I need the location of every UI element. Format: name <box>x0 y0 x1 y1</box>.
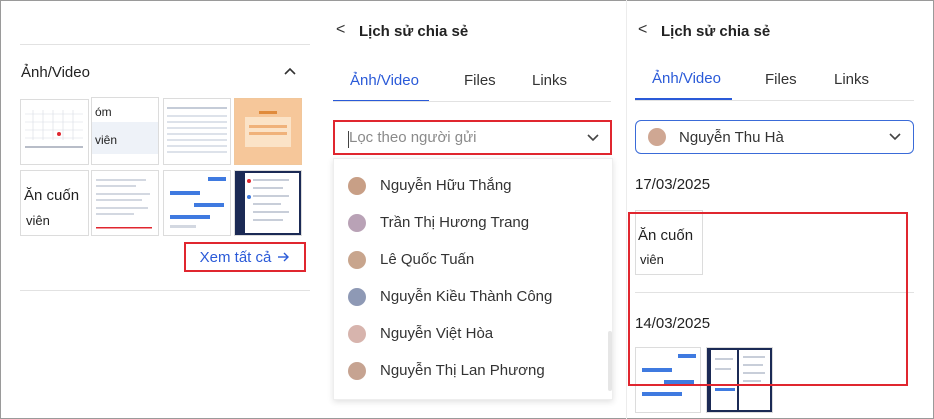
sender-name: Lê Quốc Tuấn <box>380 251 475 268</box>
divider <box>635 100 914 101</box>
avatar <box>648 128 666 146</box>
tab-links[interactable]: Links <box>834 71 869 88</box>
scrollbar[interactable] <box>608 331 612 391</box>
tab-links[interactable]: Links <box>532 72 567 89</box>
avatar <box>348 324 366 343</box>
sender-option[interactable]: Trần Thị Hương Trang <box>334 204 612 241</box>
tab-media[interactable]: Ảnh/Video <box>350 72 419 89</box>
sender-option[interactable]: Nguyễn Hữu Thắng <box>334 167 612 204</box>
filtered-results-highlight <box>628 212 908 386</box>
page-title: Lịch sử chia sẻ <box>359 23 469 40</box>
see-all-button[interactable]: Xem tất cả <box>184 242 306 272</box>
chevron-down-icon <box>889 133 901 141</box>
media-thumbnail-text[interactable]: Ăn cuốn viên <box>20 170 89 236</box>
share-history-filter-panel: < Lịch sử chia sẻ Ảnh/Video Files Links … <box>326 0 626 419</box>
media-thumbnail-text[interactable]: óm viên <box>91 97 159 165</box>
section-title: Ảnh/Video <box>21 64 90 81</box>
sender-name: Nguyễn Kiều Thành Công <box>380 288 553 305</box>
tab-files[interactable]: Files <box>765 71 797 88</box>
media-thumbnail-dark[interactable] <box>234 170 302 236</box>
arrow-right-icon <box>278 252 290 262</box>
sender-name: Nguyễn Thị Lan Phương <box>380 362 545 379</box>
text-cursor <box>348 131 349 148</box>
media-thumbnail-document[interactable] <box>91 170 159 236</box>
back-button[interactable]: < <box>336 21 345 39</box>
media-thumbnail-table[interactable] <box>163 98 231 165</box>
see-all-label: Xem tất cả <box>199 248 272 266</box>
sender-name: Nguyễn Việt Hòa <box>380 325 494 342</box>
avatar <box>348 361 366 380</box>
chevron-down-icon <box>587 134 599 142</box>
share-history-result-panel: < Lịch sử chia sẻ Ảnh/Video Files Links … <box>626 0 932 419</box>
media-section-panel: Ảnh/Video óm viên Ăn cuốn viên Xem tất c… <box>0 0 326 419</box>
avatar <box>348 213 366 232</box>
thumbnail-text: viên <box>26 213 50 228</box>
avatar <box>348 176 366 195</box>
sender-option[interactable]: Nguyễn Việt Hòa <box>334 315 612 352</box>
tab-media[interactable]: Ảnh/Video <box>652 70 721 87</box>
thumbnail-text: viên <box>95 133 118 147</box>
thumbnail-text: Ăn cuốn <box>24 187 80 204</box>
sender-name: Trần Thị Hương Trang <box>380 214 530 231</box>
media-thumbnail-calendar[interactable] <box>20 99 89 165</box>
avatar <box>348 287 366 306</box>
divider <box>20 290 310 291</box>
chevron-up-icon[interactable] <box>283 66 297 76</box>
media-thumbnail-chat[interactable] <box>163 170 231 236</box>
thumbnail-text: óm <box>95 105 112 119</box>
sender-option[interactable]: Lê Quốc Tuấn <box>334 241 612 278</box>
sender-option[interactable]: Nguyễn Kiều Thành Công <box>334 278 612 315</box>
sender-filter-input[interactable]: Lọc theo người gửi <box>333 120 612 155</box>
filter-placeholder: Lọc theo người gửi <box>349 129 477 146</box>
tab-files[interactable]: Files <box>464 72 496 89</box>
date-header: 17/03/2025 <box>635 176 711 193</box>
sender-name: Nguyễn Hữu Thắng <box>380 177 512 194</box>
sender-dropdown-list: Nguyễn Hữu Thắng Trần Thị Hương Trang Lê… <box>333 158 613 400</box>
sender-filter-select[interactable]: Nguyễn Thu Hà <box>635 120 914 154</box>
divider <box>20 44 310 45</box>
back-button[interactable]: < <box>638 21 647 39</box>
sender-option[interactable]: Nguyễn Thị Lan Phương <box>334 352 612 389</box>
divider <box>333 101 611 102</box>
page-title: Lịch sử chia sẻ <box>661 23 771 40</box>
selected-sender-name: Nguyễn Thu Hà <box>679 128 784 146</box>
media-thumbnail-orange[interactable] <box>234 98 302 165</box>
avatar <box>348 250 366 269</box>
